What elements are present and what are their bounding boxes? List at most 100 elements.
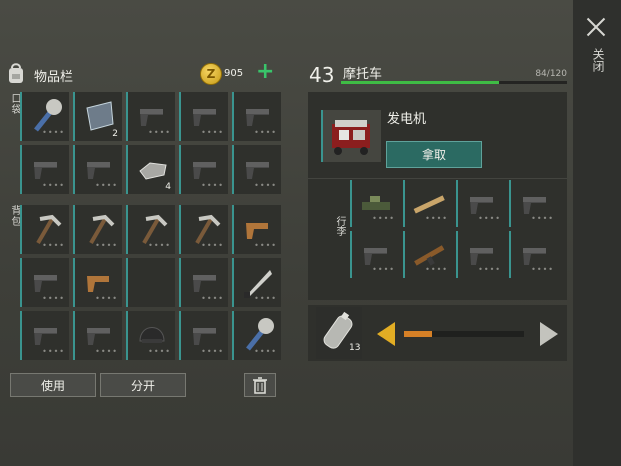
inventory-slot[interactable]: •••• [350,180,399,227]
durability-dots: •••• [254,181,277,190]
coin-count: 905 [224,68,244,79]
inventory-header: 物品栏 Z 905 + [6,61,278,88]
durability-dots: •••• [254,294,277,303]
durability-dots: •••• [254,128,277,137]
inventory-slot[interactable]: •••• [73,258,122,307]
inventory-slot[interactable]: •••• [509,180,558,227]
fuel-quantity: 13 [349,343,361,353]
vehicle-panel: 发电机 拿取 行李 •••• •••• •••• •••• •••• •••• •••• ••… [308,92,567,300]
durability-dots: •••• [95,241,118,250]
close-label[interactable]: 关闭 [589,48,605,72]
inventory-title: 物品栏 [34,70,74,85]
inventory-slot[interactable]: •••• [456,180,505,227]
durability-dots: •••• [42,128,65,137]
durability-dots: •••• [95,347,118,356]
split-button[interactable]: 分开 [100,373,186,397]
inventory-slot[interactable]: •••• [179,205,228,254]
inventory-slot[interactable]: •••• [232,145,281,194]
trash-icon [253,377,267,394]
inventory-slot[interactable]: •••• [126,205,175,254]
capacity-bar [341,81,567,84]
durability-dots: •••• [42,241,65,250]
durability-dots: •••• [95,181,118,190]
inventory-slot[interactable]: •••• [20,258,69,307]
fuel-panel: 13 [308,305,567,361]
backpack-icon [9,63,23,83]
durability-dots: •••• [478,265,501,274]
backpack-grid: •••• •••• •••• •••• •••• •••• •••• •••• •••• ••••… [20,205,281,360]
right-sidebar: 关闭 [573,0,621,466]
durability-dots: •••• [95,294,118,303]
inventory-slot[interactable]: •••• [403,231,452,278]
durability-dots: •••• [42,347,65,356]
durability-dots: •••• [201,241,224,250]
durability-dots: •••• [201,347,224,356]
trash-button[interactable] [244,373,276,397]
inventory-slot[interactable]: •••• [179,145,228,194]
durability-dots: •••• [478,214,501,223]
luggage-label: 行李 [334,216,345,236]
inventory-slot[interactable]: •••• [350,231,399,278]
item-quantity: 4 [165,182,171,192]
inventory-slot[interactable]: •••• [179,92,228,141]
durability-dots: •••• [42,181,65,190]
inventory-slot[interactable]: •••• [20,92,69,141]
close-icon[interactable] [585,16,607,38]
durability-dots: •••• [372,265,395,274]
fuel-slider-fill [404,331,432,337]
vehicle-name: 摩托车 [343,67,383,82]
item-quantity: 2 [112,129,118,139]
inventory-slot[interactable]: •••• [20,205,69,254]
fuel-slider[interactable] [404,331,524,337]
durability-dots: •••• [254,347,277,356]
inventory-slot[interactable]: 4 [126,145,175,194]
inventory-slot[interactable]: 2 [73,92,122,141]
inventory-slot[interactable]: •••• [403,180,452,227]
add-coins-button[interactable]: + [256,61,274,83]
generator-name: 发电机 [387,112,427,127]
durability-dots: •••• [201,181,224,190]
use-button[interactable]: 使用 [10,373,96,397]
durability-dots: •••• [531,265,554,274]
inventory-slot[interactable]: •••• [179,258,228,307]
inventory-slot[interactable]: •••• [126,92,175,141]
durability-dots: •••• [42,294,65,303]
panel-divider [308,178,567,179]
vehicle-level: 43 [309,63,335,87]
inventory-slot[interactable]: •••• [456,231,505,278]
trunk-grid: •••• •••• •••• •••• •••• •••• •••• •••• [350,180,558,278]
durability-dots: •••• [148,241,171,250]
vehicle-header: 43 摩托车 84/120 [309,63,567,87]
durability-dots: •••• [425,265,448,274]
durability-dots: •••• [372,214,395,223]
coin-icon: Z [200,63,222,85]
inventory-slot[interactable]: •••• [509,231,558,278]
generator-icon [332,120,370,155]
empty-slot[interactable] [126,258,175,307]
inventory-slot[interactable]: •••• [20,311,69,360]
decrease-arrow-icon[interactable] [377,322,395,346]
vehicle-capacity: 84/120 [535,69,567,79]
durability-dots: •••• [148,347,171,356]
increase-arrow-icon[interactable] [540,322,558,346]
durability-dots: •••• [201,294,224,303]
inventory-slot[interactable]: •••• [73,205,122,254]
inventory-slot[interactable]: •••• [232,205,281,254]
inventory-slot[interactable]: •••• [179,311,228,360]
inventory-slot[interactable]: •••• [232,311,281,360]
inventory-slot[interactable]: •••• [232,258,281,307]
durability-dots: •••• [148,128,171,137]
inventory-slot[interactable]: •••• [20,145,69,194]
durability-dots: •••• [425,214,448,223]
inventory-slot[interactable]: •••• [232,92,281,141]
durability-dots: •••• [254,241,277,250]
take-button[interactable]: 拿取 [386,141,482,168]
generator-slot[interactable] [321,110,381,162]
inventory-slot[interactable]: •••• [73,311,122,360]
inventory-slot[interactable]: •••• [73,145,122,194]
inventory-slot[interactable]: •••• [126,311,175,360]
capacity-fill [341,81,500,84]
durability-dots: •••• [201,128,224,137]
durability-dots: •••• [531,214,554,223]
pocket-grid: •••• 2 •••• •••• •••• •••• •••• 4 •••• •••• [20,92,281,194]
